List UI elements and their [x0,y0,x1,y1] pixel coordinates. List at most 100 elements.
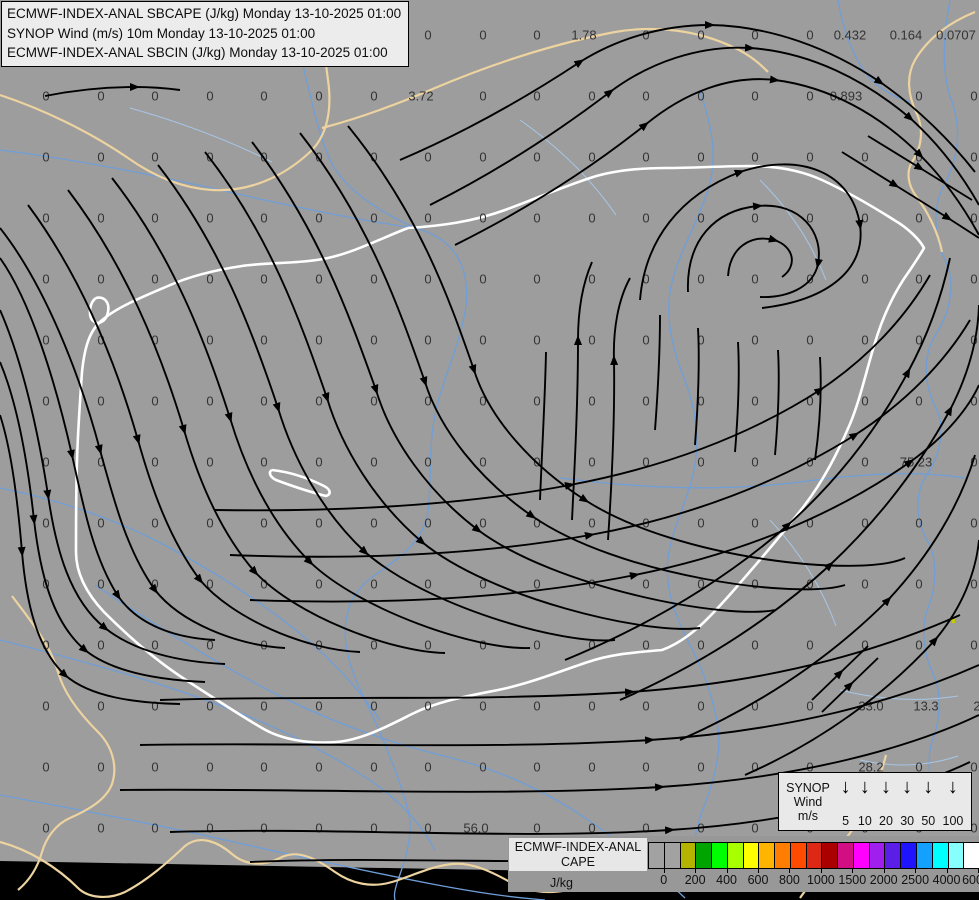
grid-value: 0 [151,89,158,104]
cape-tick-label: 2500 [901,873,930,887]
grid-value: 0 [97,638,104,653]
grid-value: 0 [915,272,922,287]
grid-value: 0 [533,272,540,287]
cape-tick-label: 200 [684,873,706,887]
grid-value: 0 [697,516,704,531]
cape-color-swatch [932,843,949,868]
grid-value: 0 [697,272,704,287]
grid-value: 0 [588,272,595,287]
grid-value: 0 [97,394,104,409]
grid-value: 0 [533,150,540,165]
grid-value: 0 [206,394,213,409]
grid-value: 0 [751,577,758,592]
grid-value: 0 [151,821,158,836]
grid-value: 0 [424,516,431,531]
grid-value: 0 [697,150,704,165]
wind-legend-scale: ↓ 5 ↓ 10 ↓ 20 ↓ 30 ↓ 50 ↓ 100 [837,773,971,830]
grid-value: 0 [42,516,49,531]
grid-value: 0 [151,760,158,775]
grid-value: 0 [751,333,758,348]
cape-color-swatch [649,843,665,868]
cape-color-swatch [664,843,681,868]
grid-value: 0 [315,699,322,714]
wind-legend-source: SYNOP [786,780,830,795]
grid-value: 0 [861,455,868,470]
grid-value: 0 [479,760,486,775]
grid-value: 0 [315,333,322,348]
wind-speed-label: 20 [879,814,893,828]
wind-arrow-down-icon: ↓ [880,776,891,798]
wind-arrow-down-icon: ↓ [923,776,934,798]
grid-value: 0 [260,333,267,348]
grid-value: 0.432 [834,28,867,43]
grid-value: 0 [315,516,322,531]
wind-speed-label: 10 [857,814,872,828]
grid-value: 0 [42,211,49,226]
cape-color-swatch [712,843,728,868]
grid-value: 0.164 [890,28,923,43]
grid-value: 0 [588,455,595,470]
grid-value: 0 [642,150,649,165]
cape-tick-label: 1500 [838,873,867,887]
grid-value: 0 [42,394,49,409]
grid-value: 0 [642,89,649,104]
title-line-sbcape: ECMWF-INDEX-ANAL SBCAPE (J/kg) Monday 13… [7,6,402,21]
wind-speed-label: 5 [842,814,850,828]
grid-value: 0 [260,699,267,714]
grid-value: 0 [479,150,486,165]
grid-value: 0 [315,394,322,409]
cape-tick-label: 400 [716,873,737,887]
grid-value: 0 [861,272,868,287]
cape-color-swatch [885,843,902,868]
grid-value: 0 [260,394,267,409]
grid-value: 0 [533,28,540,43]
grid-value: 0 [806,89,813,104]
grid-value: 0 [479,516,486,531]
grid-value: 0 [370,699,377,714]
wind-legend: SYNOP Wind m/s ↓ 5 ↓ 10 ↓ 20 ↓ 30 ↓ 50 ↓ 100 [778,772,972,831]
grid-value: 13.3 [913,699,938,714]
grid-value: 0 [42,150,49,165]
cape-tick-label: 0 [660,873,668,887]
cape-color-swatch [853,843,870,868]
grid-value: 0 [642,394,649,409]
grid-value: 0 [370,455,377,470]
grid-value: 0 [260,821,267,836]
wind-arrow-down-icon: ↓ [840,776,851,798]
wind-speed-column: ↓ 100 [943,774,964,828]
title-line-sbcin: ECMWF-INDEX-ANAL SBCIN (J/kg) Monday 13-… [7,45,388,60]
grid-value: 0 [206,455,213,470]
grid-value: 0 [315,760,322,775]
wind-speed-label: 30 [900,814,915,828]
cape-colorbar-ticks: 0 200 400 600 800 100015002000250040006000 [648,869,979,891]
cape-legend-source: ECMWF-INDEX-ANAL [514,839,642,854]
grid-value: 0 [479,89,486,104]
grid-value: 0 [588,394,595,409]
grid-value: 0 [697,211,704,226]
grid-value: 0 [970,89,977,104]
grid-value: 0 [260,516,267,531]
grid-value: 0 [533,211,540,226]
grid-value: 0 [479,211,486,226]
grid-value: 0 [861,150,868,165]
grid-value: 0 [424,150,431,165]
grid-value: 0 [97,150,104,165]
grid-value: 0 [151,150,158,165]
cape-color-swatch [759,843,776,868]
grid-value: 0 [533,333,540,348]
grid-value: 0 [751,211,758,226]
cape-tick-label: 4000 [932,873,961,887]
wind-speed-column: ↓ 30 [900,774,914,828]
grid-value: 0 [370,333,377,348]
grid-value: 3.72 [408,89,433,104]
grid-value: 0 [97,821,104,836]
grid-value: 0 [260,272,267,287]
cape-tick-label: 2000 [869,873,898,887]
grid-value: 0 [588,211,595,226]
grid-value: 0 [315,211,322,226]
grid-value: 0 [42,333,49,348]
grid-value: 0 [424,28,431,43]
grid-value: 0 [751,516,758,531]
grid-value: 0 [424,577,431,592]
wind-arrow-down-icon: ↓ [902,776,913,798]
